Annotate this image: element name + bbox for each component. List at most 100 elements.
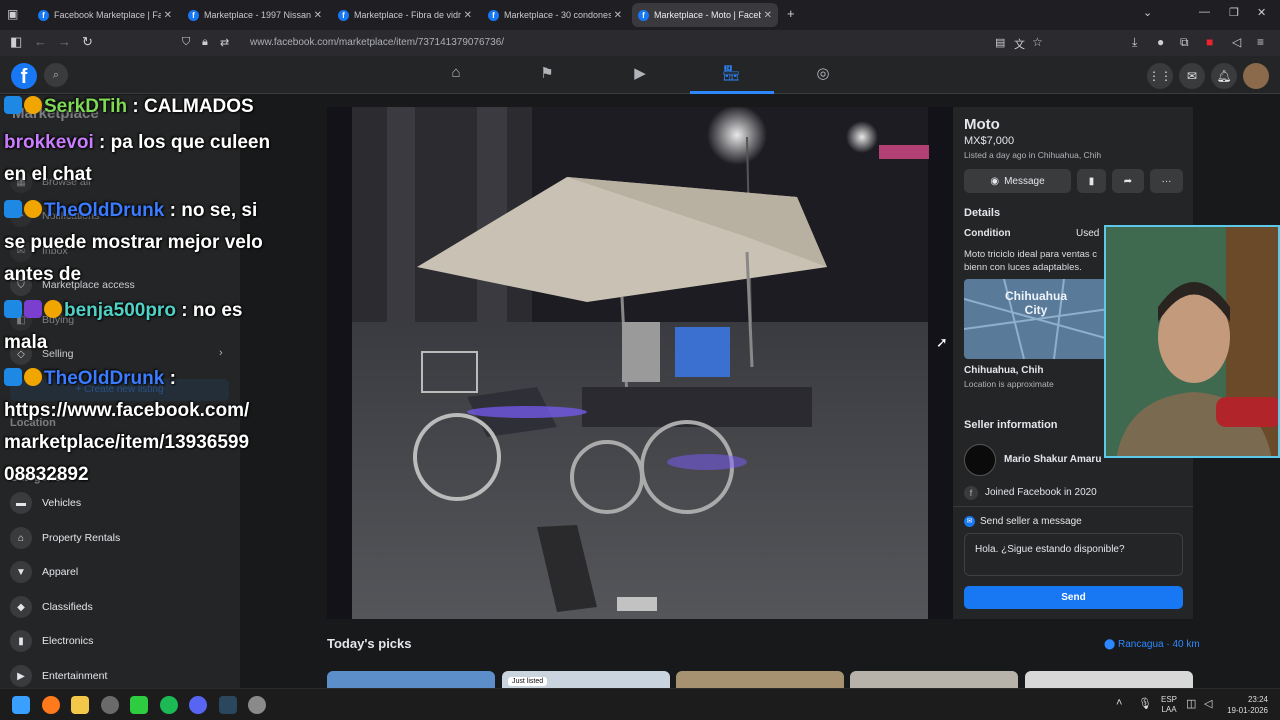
chevron-down-icon[interactable]: ⌄ — [1143, 6, 1152, 19]
reader-icon[interactable]: ▤ — [995, 36, 1005, 49]
microphone-icon[interactable]: 🎙︎ — [1138, 697, 1152, 710]
file-explorer-icon[interactable] — [71, 696, 89, 714]
close-icon[interactable]: ✕ — [764, 10, 772, 21]
streaming-app-icon[interactable] — [130, 696, 148, 714]
maximize-icon[interactable]: ❐ — [1229, 6, 1239, 19]
lock-icon[interactable]: 🔒︎ — [202, 36, 208, 49]
marketplace-icon[interactable]: 🏪︎ — [716, 64, 746, 86]
message-input[interactable]: Hola. ¿Sigue estando disponible? — [964, 533, 1183, 576]
category-entertainment[interactable]: ▶ Entertainment — [10, 665, 107, 687]
extensions-icon[interactable]: ⧉ — [1180, 35, 1189, 50]
tab-marketplace[interactable]: f Facebook Marketplace | Facebo ✕ — [32, 3, 178, 27]
joined-date: Joined Facebook in 2020 — [985, 487, 1097, 498]
url-text[interactable]: www.facebook.com/marketplace/item/737141… — [250, 37, 504, 48]
windows-start-icon[interactable] — [12, 696, 30, 714]
chat-line: antes de — [4, 259, 81, 291]
category-label: Entertainment — [42, 670, 108, 682]
listing-photo[interactable] — [327, 107, 953, 619]
new-tab-icon[interactable]: + — [787, 6, 795, 21]
window-close-icon[interactable]: ✕ — [1257, 6, 1266, 19]
back-icon[interactable]: ← — [34, 34, 47, 49]
reload-icon[interactable]: ↻ — [82, 34, 93, 50]
seller-name[interactable]: Mario Shakur Amaru — [1004, 454, 1101, 465]
tab-condones[interactable]: f Marketplace - 30 condones x 1 ✕ — [482, 3, 628, 27]
pages-flag-icon[interactable]: ⚑ — [532, 64, 562, 86]
messenger-icon[interactable]: ✉ — [1179, 63, 1205, 89]
category-property-rentals[interactable]: ⌂ Property Rentals — [10, 527, 120, 549]
video-icon[interactable]: ▶ — [625, 64, 655, 86]
picks-location-link[interactable]: ⬤ Rancagua · 40 km — [1104, 639, 1200, 650]
chat-line: TheOldDrunk : — [4, 363, 176, 395]
groups-icon[interactable]: ◎ — [808, 64, 838, 86]
close-icon[interactable]: ✕ — [464, 10, 472, 21]
category-electronics[interactable]: ▮ Electronics — [10, 630, 93, 652]
bits-badge-icon — [24, 96, 42, 114]
steam-icon[interactable] — [219, 696, 237, 714]
sidebar-toggle-icon[interactable]: ◧ — [10, 34, 22, 50]
listing-title: Moto — [964, 116, 1000, 133]
chat-username: benja500pro — [64, 300, 176, 321]
close-icon[interactable]: ✕ — [164, 10, 172, 21]
address-toolbar: ◧ ← → ↻ ⛉ 🔒︎ ⇄ www.facebook.com/marketpl… — [0, 30, 1280, 56]
category-classifieds[interactable]: ◆ Classifieds — [10, 596, 93, 618]
location-map[interactable]: Chihuahua City — [964, 279, 1109, 359]
settings-gear-icon[interactable] — [248, 696, 266, 714]
chat-line: TheOldDrunk : no se, si — [4, 195, 257, 227]
seller-avatar[interactable] — [964, 444, 996, 476]
send-button[interactable]: Send — [964, 586, 1183, 609]
menu-icon[interactable]: ≡ — [1257, 35, 1264, 49]
tab-overview-icon[interactable]: ▣ — [7, 7, 18, 21]
shirt-icon: ▼ — [10, 561, 32, 583]
chat-message: : no es — [175, 300, 243, 321]
account-icon[interactable]: ● — [1157, 35, 1164, 49]
notifications-bell-icon[interactable]: 🔔︎ — [1211, 63, 1237, 89]
chat-line: benja500pro : no es — [4, 295, 242, 327]
tab-fibra[interactable]: f Marketplace - Fibra de vidrio | F ✕ — [332, 3, 478, 27]
menu-grid-icon[interactable]: ⋮⋮ — [1147, 63, 1173, 89]
close-icon[interactable]: ✕ — [614, 10, 622, 21]
discord-icon[interactable] — [189, 696, 207, 714]
spotify-icon[interactable] — [160, 696, 178, 714]
save-bookmark-button[interactable]: ▮ — [1077, 169, 1106, 193]
messenger-icon: ✉ — [964, 516, 975, 527]
mouse-cursor-icon: ➚ — [936, 334, 948, 350]
facebook-logo-icon[interactable]: f — [11, 63, 37, 89]
category-label: Vehicles — [42, 497, 82, 509]
minimize-icon[interactable]: — — [1199, 6, 1210, 18]
bookmark-star-icon[interactable]: ☆ — [1032, 35, 1043, 49]
webcam-feed-image — [1106, 227, 1278, 456]
volume-icon[interactable]: ◁ — [1204, 697, 1212, 710]
message-button[interactable]: ◉ Message — [964, 169, 1071, 193]
chat-message: mala — [4, 332, 48, 353]
category-apparel[interactable]: ▼ Apparel — [10, 561, 78, 583]
subscriber-badge-icon — [4, 368, 22, 386]
language-indicator[interactable]: ESP LAA — [1161, 695, 1177, 715]
messenger-icon: ◉ — [990, 175, 1000, 187]
translate-icon[interactable]: 文 — [1014, 36, 1025, 52]
download-icon[interactable]: ⤓ — [1132, 35, 1137, 50]
chevron-right-icon: › — [219, 347, 223, 359]
extension-icon[interactable]: ■ — [1206, 35, 1213, 49]
network-icon[interactable]: ◫ — [1186, 697, 1196, 710]
facebook-icon: f — [38, 9, 49, 21]
clock-date: 19-01-2026 — [1227, 706, 1268, 715]
tab-moto[interactable]: f Marketplace - Moto | Facebook ✕ — [632, 3, 778, 27]
tray-chevron-icon[interactable]: ˄ — [1116, 697, 1122, 709]
chat-line: marketplace/item/13936599 — [4, 427, 249, 459]
app-icon[interactable] — [101, 696, 119, 714]
chat-line: SerkDTih : CALMADOS — [4, 91, 254, 123]
firefox-icon[interactable] — [42, 696, 60, 714]
close-icon[interactable]: ✕ — [314, 10, 322, 21]
share-button[interactable]: ➦ — [1112, 169, 1144, 193]
clock[interactable]: 23:24 19-01-2026 — [1224, 694, 1268, 716]
tab-nissan[interactable]: f Marketplace - 1997 Nissan Sent ✕ — [182, 3, 328, 27]
more-options-button[interactable]: ··· — [1150, 169, 1183, 193]
category-vehicles[interactable]: ▬ Vehicles — [10, 492, 81, 514]
search-icon[interactable]: ⌕ — [44, 63, 68, 87]
home-icon[interactable]: ⌂ — [441, 64, 471, 86]
forward-icon[interactable]: → — [58, 34, 71, 49]
shield-icon[interactable]: ⛉ — [182, 36, 190, 49]
permissions-icon[interactable]: ⇄ — [220, 36, 229, 49]
volume-icon[interactable]: ◁ — [1232, 35, 1241, 49]
profile-avatar[interactable] — [1243, 63, 1269, 89]
